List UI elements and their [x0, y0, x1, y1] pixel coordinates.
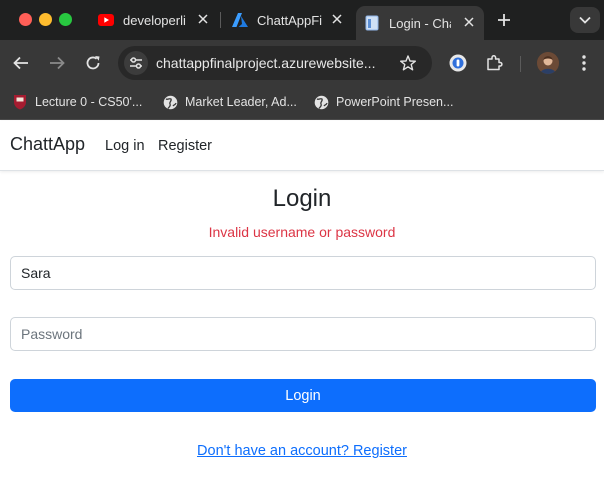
reload-icon[interactable] — [82, 52, 104, 74]
bookmark-item[interactable]: PowerPoint Presen... — [313, 92, 453, 112]
close-window-button[interactable] — [19, 13, 32, 26]
menu-kebab-icon[interactable] — [573, 52, 595, 74]
bookmark-label: Lecture 0 - CS50'... — [35, 95, 143, 109]
bookmark-item[interactable]: Market Leader, Ad... — [162, 92, 297, 112]
nav-register-link[interactable]: Register — [158, 138, 212, 154]
new-tab-icon[interactable] — [494, 10, 514, 30]
toolbar-divider — [520, 56, 521, 72]
address-bar[interactable]: chattappfinalproject.azurewebsite... — [118, 46, 432, 80]
bookmarks-bar: Lecture 0 - CS50'... Market Leader, Ad..… — [0, 86, 604, 120]
close-tab-icon[interactable] — [194, 10, 212, 28]
error-message: Invalid username or password — [208, 224, 396, 240]
close-tab-icon[interactable] — [328, 10, 346, 28]
site-settings-icon[interactable] — [124, 51, 148, 75]
tab-title: Login - Cha — [389, 15, 451, 31]
harvard-shield-icon — [12, 94, 28, 110]
navbar-brand[interactable]: ChattApp — [10, 134, 85, 155]
web-page: ChattApp Log in Register Login Invalid u… — [0, 121, 604, 477]
browser-toolbar: chattappfinalproject.azurewebsite... — [0, 40, 604, 86]
register-link-container: Don't have an account? Register — [0, 443, 604, 459]
tab-search-chevron-icon[interactable] — [570, 7, 600, 33]
bookmark-label: Market Leader, Ad... — [185, 95, 297, 109]
globe-icon — [162, 94, 178, 110]
tab-login-active[interactable]: Login - Cha — [356, 6, 484, 40]
tab-chattapp[interactable]: ChattAppFi — [224, 6, 352, 34]
globe-icon — [313, 94, 329, 110]
azure-icon — [232, 12, 248, 28]
password-manager-icon[interactable] — [447, 52, 469, 74]
close-tab-icon[interactable] — [460, 13, 478, 31]
extensions-puzzle-icon[interactable] — [483, 52, 505, 74]
minimize-window-button[interactable] — [39, 13, 52, 26]
nav-login-link[interactable]: Log in — [105, 138, 145, 154]
tab-title: ChattAppFi — [257, 12, 323, 28]
bookmark-star-icon[interactable] — [398, 53, 418, 73]
bookmark-label: PowerPoint Presen... — [336, 95, 454, 109]
page-icon — [364, 15, 380, 31]
address-url[interactable]: chattappfinalproject.azurewebsite... — [156, 55, 396, 71]
back-icon[interactable] — [10, 52, 32, 74]
maximize-window-button[interactable] — [59, 13, 72, 26]
tab-developer[interactable]: developerli — [90, 6, 218, 34]
password-input[interactable] — [10, 317, 596, 351]
register-link[interactable]: Don't have an account? Register — [197, 443, 407, 459]
profile-avatar[interactable] — [537, 52, 559, 74]
tab-strip: developerli ChattAppFi Login - Cha — [0, 0, 604, 40]
username-input[interactable] — [10, 256, 596, 290]
tab-divider — [220, 12, 221, 28]
page-title: Login — [272, 185, 332, 212]
tab-title: developerli — [123, 12, 186, 28]
youtube-icon — [98, 12, 114, 28]
site-navbar: ChattApp Log in Register — [0, 121, 604, 171]
login-button[interactable]: Login — [10, 379, 596, 412]
bookmark-item[interactable]: Lecture 0 - CS50'... — [12, 92, 142, 112]
forward-icon[interactable] — [46, 52, 68, 74]
